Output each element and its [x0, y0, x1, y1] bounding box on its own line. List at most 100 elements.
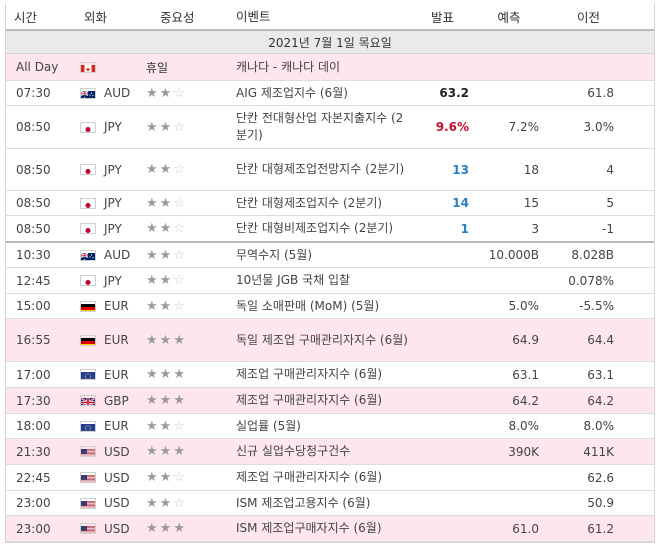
table-row[interactable]: 17:00 EUR ★★★ 제조업 구매관리자지수 (6월) 63.1 63.1 [6, 362, 654, 388]
row-currency: AUD [70, 248, 146, 262]
japan-flag-icon [80, 275, 96, 286]
star-filled-icon: ★ [159, 444, 174, 459]
star-filled-icon: ★ [146, 195, 160, 211]
event-rows: All Day 휴일 캐나다 - 캐나다 데이 07:30 AUD ★★☆ AI… [6, 54, 654, 542]
currency-code: AUD [104, 86, 131, 100]
table-row[interactable]: 10:30 AUD ★★☆ 무역수지 (5월) 10.000B 8.028B [6, 243, 654, 268]
star-filled-icon: ★ [146, 247, 160, 263]
table-row[interactable]: 22:45 USD ★★☆ 제조업 구매관리자지수 (6월) 62.6 [6, 465, 654, 491]
table-row[interactable]: 08:50 JPY ★★☆ 단칸 대형제조업전망지수 (2분기) 13 18 4 [6, 149, 654, 191]
row-time: 12:45 [16, 273, 51, 288]
row-time: 07:30 [16, 86, 51, 100]
currency-code: USD [104, 521, 130, 536]
eu-flag-icon [80, 420, 96, 432]
row-event[interactable]: 독일 소매판매 (MoM) (5월) [236, 298, 416, 315]
star-filled-icon: ★ [159, 85, 174, 101]
star-filled-icon: ★ [146, 273, 160, 288]
importance-stars: ★★☆ [146, 470, 187, 485]
row-time: 17:00 [16, 367, 51, 382]
row-event[interactable]: 단칸 전대형산업 자본지출지수 (2분기) [236, 110, 416, 144]
table-row[interactable]: 17:30 GBP ★★★ 제조업 구매관리자지수 (6월) 64.2 64.2 [6, 388, 654, 414]
row-forecast: 61.0 [512, 521, 539, 536]
currency-code: USD [104, 444, 130, 459]
star-filled-icon: ★ [146, 393, 160, 408]
row-event[interactable]: 신규 실업수당청구건수 [236, 443, 416, 460]
header-time[interactable]: 시간 [6, 7, 70, 26]
table-row[interactable]: 23:00 USD ★★★ ISM 제조업구매자지수 (6월) 61.0 61.… [6, 516, 654, 542]
row-event[interactable]: 10년물 JGB 국채 입찰 [236, 272, 416, 289]
row-event[interactable]: AIG 제조업지수 (6월) [236, 85, 416, 102]
importance-stars: ★★★ [146, 444, 187, 459]
currency-code: USD [104, 470, 130, 485]
table-row[interactable]: 21:30 USD ★★★ 신규 실업수당청구건수 390K 411K [6, 439, 654, 465]
row-currency: USD [70, 471, 146, 485]
row-currency [70, 61, 146, 73]
star-filled-icon: ★ [146, 162, 160, 177]
row-actual: 63.2 [439, 86, 469, 100]
row-event[interactable]: 캐나다 - 캐나다 데이 [236, 59, 416, 76]
australia-flag-icon [80, 87, 96, 99]
economic-calendar: 시간 외화 중요성 이벤트 발표 예측 이전 2021년 7월 1일 목요일 A… [5, 3, 655, 543]
header-importance[interactable]: 중요성 [146, 7, 236, 26]
row-previous: -5.5% [579, 299, 614, 313]
importance-stars: ★★☆ [146, 419, 187, 434]
header-actual[interactable]: 발표 [416, 7, 469, 26]
row-importance: ★★☆ [146, 248, 236, 263]
japan-flag-icon [80, 121, 96, 133]
uk-flag-icon [80, 395, 96, 406]
row-time: 08:50 [16, 162, 51, 177]
row-time: 15:00 [16, 299, 51, 313]
row-event[interactable]: 무역수지 (5월) [236, 247, 416, 264]
currency-code: EUR [104, 419, 129, 433]
star-filled-icon: ★ [146, 119, 160, 135]
row-currency: USD [70, 522, 146, 536]
star-empty-icon: ☆ [173, 195, 187, 211]
table-row[interactable]: 08:50 JPY ★★☆ 단칸 전대형산업 자본지출지수 (2분기) 9.6%… [6, 106, 654, 149]
row-event[interactable]: 단칸 대형제조업지수 (2분기) [236, 195, 416, 212]
header-forecast[interactable]: 예측 [469, 7, 539, 26]
star-filled-icon: ★ [173, 444, 187, 459]
table-row[interactable]: 08:50 JPY ★★☆ 단칸 대형제조업지수 (2분기) 14 15 5 [6, 191, 654, 216]
star-filled-icon: ★ [159, 221, 174, 236]
header-previous[interactable]: 이전 [539, 7, 624, 26]
row-importance: ★★★ [146, 367, 236, 382]
row-actual: 13 [452, 162, 469, 177]
importance-stars: ★★☆ [146, 273, 187, 288]
table-row[interactable]: 18:00 EUR ★★☆ 실업률 (5월) 8.0% 8.0% [6, 414, 654, 439]
row-time: 08:50 [16, 196, 51, 210]
table-row[interactable]: 16:55 EUR ★★★ 독일 제조업 구매관리자지수 (6월) 64.9 6… [6, 319, 654, 362]
row-importance: ★★☆ [146, 470, 236, 485]
table-row[interactable]: 08:50 JPY ★★☆ 단칸 대형비제조업지수 (2분기) 1 3 -1 [6, 216, 654, 243]
row-event[interactable]: 제조업 구매관리자지수 (6월) [236, 392, 416, 409]
row-event[interactable]: 단칸 대형제조업전망지수 (2분기) [236, 161, 416, 178]
row-actual: 1 [460, 221, 469, 236]
us-flag-icon [80, 446, 96, 457]
row-event[interactable]: 실업률 (5월) [236, 418, 416, 435]
row-time: 23:00 [16, 521, 51, 536]
row-forecast: 15 [523, 196, 539, 210]
us-flag-icon [80, 523, 96, 534]
table-row[interactable]: All Day 휴일 캐나다 - 캐나다 데이 [6, 54, 654, 81]
row-event[interactable]: 제조업 구매관리자지수 (6월) [236, 469, 416, 486]
table-row[interactable]: 23:00 USD ★★☆ ISM 제조업고용지수 (6월) 50.9 [6, 491, 654, 516]
row-event[interactable]: 단칸 대형비제조업지수 (2분기) [236, 220, 416, 237]
row-event[interactable]: 제조업 구매관리자지수 (6월) [236, 366, 416, 383]
star-filled-icon: ★ [146, 221, 160, 236]
row-importance: ★★☆ [146, 273, 236, 288]
header-currency[interactable]: 외화 [70, 7, 146, 26]
star-filled-icon: ★ [146, 298, 160, 314]
row-importance: ★★☆ [146, 496, 236, 511]
row-event[interactable]: ISM 제조업구매자지수 (6월) [236, 520, 416, 537]
header-event[interactable]: 이벤트 [236, 8, 416, 25]
table-row[interactable]: 15:00 EUR ★★☆ 독일 소매판매 (MoM) (5월) 5.0% -5… [6, 294, 654, 319]
row-event[interactable]: ISM 제조업고용지수 (6월) [236, 495, 416, 512]
currency-code: JPY [104, 120, 122, 134]
date-bar: 2021년 7월 1일 목요일 [6, 31, 654, 54]
row-importance: 휴일 [146, 59, 236, 76]
row-importance: ★★★ [146, 393, 236, 408]
row-previous: 411K [583, 444, 614, 459]
table-row[interactable]: 12:45 JPY ★★☆ 10년물 JGB 국채 입찰 0.078% [6, 268, 654, 294]
star-filled-icon: ★ [146, 495, 160, 511]
table-row[interactable]: 07:30 AUD ★★☆ AIG 제조업지수 (6월) 63.2 61.8 [6, 81, 654, 106]
row-event[interactable]: 독일 제조업 구매관리자지수 (6월) [236, 332, 416, 349]
